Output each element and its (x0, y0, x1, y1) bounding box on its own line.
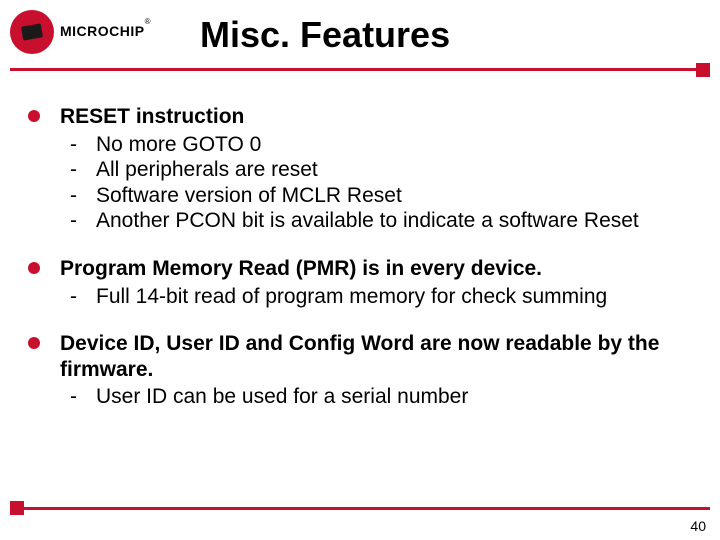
footer-rule (10, 507, 710, 510)
bullet-icon (28, 110, 40, 122)
bullet-icon (28, 262, 40, 274)
logo-text: MICROCHIP® (60, 23, 151, 41)
header-rule-endcap (696, 63, 710, 77)
slide-title: Misc. Features (200, 14, 450, 56)
slide-content: RESET instruction -No more GOTO 0 -All p… (28, 104, 692, 432)
header-rule (10, 68, 710, 71)
sub-text: Another PCON bit is available to indicat… (96, 208, 692, 234)
sub-text: Full 14-bit read of program memory for c… (96, 284, 692, 310)
bullet-heading: Program Memory Read (PMR) is in every de… (60, 256, 692, 282)
logo-chip-icon (21, 23, 43, 40)
sub-text: No more GOTO 0 (96, 132, 692, 158)
sub-item: -No more GOTO 0 (60, 132, 692, 158)
sub-item: -All peripherals are reset (60, 157, 692, 183)
sub-text: All peripherals are reset (96, 157, 692, 183)
bullet-heading: Device ID, User ID and Config Word are n… (60, 331, 692, 382)
page-number: 40 (690, 518, 706, 534)
sub-item: -Software version of MCLR Reset (60, 183, 692, 209)
sub-item: -User ID can be used for a serial number (60, 384, 692, 410)
bullet-item: Device ID, User ID and Config Word are n… (28, 331, 692, 410)
bullet-heading: RESET instruction (60, 104, 692, 130)
microchip-logo: MICROCHIP® (10, 10, 151, 54)
logo-mark (10, 10, 54, 54)
bullet-icon (28, 337, 40, 349)
bullet-item: RESET instruction -No more GOTO 0 -All p… (28, 104, 692, 234)
sub-text: User ID can be used for a serial number (96, 384, 692, 410)
sub-item: -Full 14-bit read of program memory for … (60, 284, 692, 310)
bullet-item: Program Memory Read (PMR) is in every de… (28, 256, 692, 309)
footer-rule-endcap (10, 501, 24, 515)
sub-item: -Another PCON bit is available to indica… (60, 208, 692, 234)
sub-text: Software version of MCLR Reset (96, 183, 692, 209)
slide-header: MICROCHIP® Misc. Features (0, 0, 720, 78)
